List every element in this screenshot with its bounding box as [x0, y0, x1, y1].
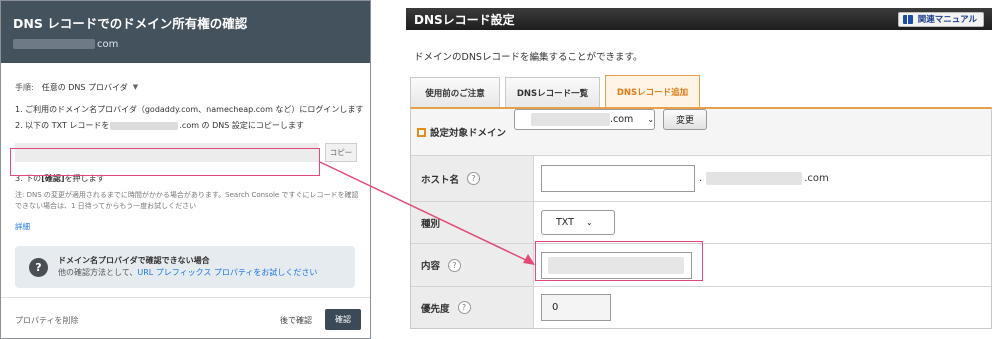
- priority-row: 優先度 ? 0: [411, 286, 991, 328]
- change-button[interactable]: 変更: [663, 109, 708, 130]
- type-row: 種別 TXT ⌄: [411, 201, 991, 243]
- book-icon: [902, 14, 913, 24]
- host-label: ホスト名: [421, 174, 460, 186]
- dialog-header: DNS レコードでのドメイン所有権の確認 com: [1, 1, 370, 63]
- host-row: ホスト名 ? . .com: [411, 155, 991, 201]
- panel-title: DNSレコード設定: [414, 12, 515, 27]
- step-2: 2. 以下の TXT レコードを .com の DNS 設定にコピーします: [15, 120, 358, 132]
- step-2-suffix: .com の DNS 設定にコピーします: [179, 121, 304, 130]
- target-domain-row: 設定対象ドメイン .com ⌄ 変更: [411, 109, 991, 155]
- host-value-cell: . .com: [534, 156, 991, 201]
- method-label: 手順:: [15, 82, 34, 92]
- dns-record-form: 設定対象ドメイン .com ⌄ 変更 ホスト名 ? . .com 種別 TXT …: [410, 107, 992, 329]
- type-value-cell: TXT ⌄: [534, 202, 991, 243]
- info-sub: 他の確認方法として、URL プレフィックス プロパティをお試しください: [58, 267, 317, 279]
- alternative-info-box: ? ドメイン名プロバイダで確認できない場合 他の確認方法として、URL プレフィ…: [15, 246, 355, 288]
- verify-button[interactable]: 確認: [325, 309, 361, 330]
- target-domain-label: 設定対象ドメイン: [430, 128, 507, 139]
- remove-property-link[interactable]: プロパティを削除: [15, 315, 79, 326]
- chevron-down-icon: ⌄: [585, 218, 593, 227]
- host-dot: .: [699, 173, 703, 184]
- host-input[interactable]: [541, 165, 695, 192]
- step-1: 1. ご利用のドメイン名プロバイダ（godaddy.com、namecheap.…: [15, 105, 364, 114]
- help-icon[interactable]: ?: [457, 301, 471, 314]
- txt-record-highlight: [10, 148, 320, 176]
- panel-header: DNSレコード設定 関連マニュアル: [406, 8, 992, 30]
- host-suffix: .com: [804, 173, 829, 184]
- target-domain-suffix: .com: [610, 114, 634, 125]
- composite-screenshot: DNS レコードでのドメイン所有権の確認 com 手順: 任意の DNS プロバ…: [0, 0, 1000, 339]
- priority-input[interactable]: 0: [541, 294, 611, 321]
- tab-notice[interactable]: 使用前のご注意: [410, 77, 500, 107]
- panel-description: ドメインのDNSレコードを編集することができます。: [414, 52, 643, 63]
- content-field-highlight: [535, 241, 703, 281]
- priority-label: 優先度: [421, 303, 450, 315]
- info-text: ドメイン名プロバイダで確認できない場合 他の確認方法として、URL プレフィック…: [58, 255, 317, 279]
- host-label-cell: ホスト名 ?: [411, 156, 534, 201]
- chevron-down-icon: ⌄: [647, 115, 655, 124]
- domain-suffix: com: [97, 38, 119, 50]
- method-value[interactable]: 任意の DNS プロバイダ: [42, 82, 128, 93]
- xserver-dns-panel: DNSレコード設定 関連マニュアル ドメインのDNSレコードを編集することができ…: [406, 8, 992, 339]
- tab-record-list[interactable]: DNSレコード一覧: [505, 77, 600, 107]
- type-label-cell: 種別: [411, 202, 534, 243]
- redacted-domain: [706, 172, 803, 185]
- info-sub-text: 他の確認方法として、: [58, 268, 138, 277]
- dialog-footer: プロパティを削除 後で確認 確認: [1, 297, 370, 338]
- method-selector[interactable]: 手順: 任意の DNS プロバイダ ▼: [15, 80, 358, 94]
- help-icon[interactable]: ?: [448, 258, 462, 272]
- info-title: ドメイン名プロバイダで確認できない場合: [58, 256, 210, 265]
- dialog-title: DNS レコードでのドメイン所有権の確認: [13, 16, 248, 31]
- content-label: 内容: [421, 261, 441, 272]
- tab-bar: 使用前のご注意 DNSレコード一覧 DNSレコード追加: [410, 75, 992, 107]
- priority-label-cell: 優先度 ?: [411, 287, 534, 328]
- verify-later-link[interactable]: 後で確認: [280, 315, 312, 326]
- tab-add-record[interactable]: DNSレコード追加: [605, 75, 700, 107]
- redacted-domain: [110, 122, 179, 130]
- manual-button-label: 関連マニュアル: [917, 15, 977, 25]
- square-bullet-icon: [417, 127, 426, 137]
- redacted-domain: [531, 113, 610, 126]
- copy-button[interactable]: コピー: [325, 143, 357, 162]
- step-2-prefix: 2. 以下の TXT レコードを: [15, 121, 110, 130]
- priority-value-cell: 0: [534, 287, 991, 328]
- dns-note: 注: DNS の変更が適用されるまでに時間がかかる場合があります。Search …: [15, 191, 359, 210]
- help-icon[interactable]: ?: [467, 172, 481, 185]
- detail-link[interactable]: 詳細: [15, 221, 358, 232]
- record-type-select[interactable]: TXT ⌄: [541, 210, 615, 235]
- record-type-value: TXT: [556, 217, 574, 228]
- caret-down-icon[interactable]: ▼: [133, 83, 138, 91]
- redacted-domain: [13, 39, 95, 49]
- manual-button[interactable]: 関連マニュアル: [897, 11, 984, 27]
- target-domain-label-cell: 設定対象ドメイン: [411, 109, 506, 155]
- content-label-cell: 内容 ?: [411, 244, 534, 286]
- help-icon: ?: [29, 257, 48, 277]
- dialog-domain: com: [13, 36, 358, 52]
- target-domain-select[interactable]: .com ⌄: [514, 109, 656, 130]
- url-prefix-link[interactable]: URL プレフィックス プロパティをお試しください: [137, 268, 317, 277]
- type-label: 種別: [421, 218, 441, 230]
